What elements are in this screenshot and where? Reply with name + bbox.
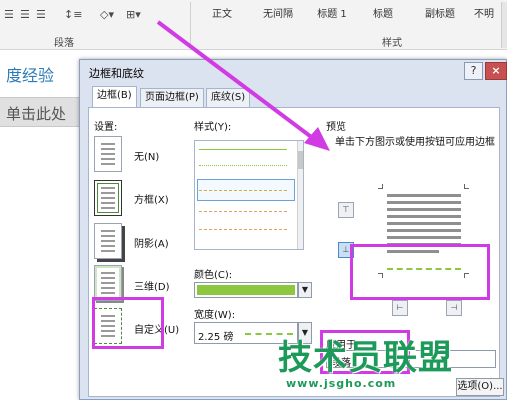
align-left-icon[interactable]: ☰: [4, 8, 14, 22]
setting-box-label[interactable]: 方框(X): [134, 191, 169, 206]
tab-page-border[interactable]: 页面边框(P): [140, 88, 204, 108]
dialog-title: 边框和底纹: [89, 67, 144, 80]
color-dropdown-arrow[interactable]: ▼: [298, 282, 312, 298]
width-value: 2.25 磅: [198, 332, 234, 343]
style-option-solid[interactable]: [199, 149, 287, 150]
watermark: 技术员联盟 www.jsgho.com: [268, 330, 507, 400]
line-spacing-icon[interactable]: ↕≡: [64, 8, 82, 22]
dialog-titlebar[interactable]: 边框和底纹 ? ×: [80, 60, 507, 84]
right-border-button[interactable]: ⊣: [446, 300, 462, 316]
style-label: 样式(Y):: [194, 122, 232, 133]
styles-group-label: 样式: [382, 38, 402, 49]
style-option-dash-wide[interactable]: [199, 211, 287, 212]
style-option-dash-dot[interactable]: [199, 229, 287, 230]
document-title: 度经验: [6, 66, 55, 85]
style-heading1[interactable]: 标题 1: [310, 4, 354, 26]
style-subtitle[interactable]: 副标题: [418, 4, 462, 26]
document-banner-text[interactable]: 单击此处: [6, 103, 66, 124]
watermark-text: 技术员联盟: [278, 338, 453, 378]
style-option-dashed[interactable]: [199, 190, 287, 191]
preview-text-line: [387, 236, 461, 239]
style-list-scrollbar[interactable]: [297, 141, 303, 249]
justify-icon[interactable]: ☰: [36, 8, 46, 22]
line-style-list[interactable]: [194, 140, 304, 250]
preview-text-line: [387, 201, 461, 204]
ribbon-divider: [190, 2, 191, 48]
tab-shading[interactable]: 底纹(S): [206, 88, 251, 108]
color-label: 颜色(C):: [194, 270, 233, 281]
left-border-button[interactable]: ⊢: [392, 300, 408, 316]
help-button[interactable]: ?: [464, 62, 483, 80]
settings-label: 设置:: [94, 122, 118, 133]
watermark-url: www.jsgho.com: [286, 377, 397, 390]
color-swatch: [197, 285, 295, 295]
style-no-spacing[interactable]: 无间隔: [254, 4, 302, 26]
preview-text-line: [387, 215, 461, 218]
shading-icon[interactable]: ◇▾: [100, 8, 114, 22]
tab-borders[interactable]: 边框(B): [92, 86, 137, 108]
width-label: 宽度(W):: [194, 310, 236, 321]
close-button[interactable]: ×: [485, 62, 507, 80]
style-emphasis[interactable]: 不明: [474, 4, 502, 26]
setting-3d-label[interactable]: 三维(D): [134, 278, 170, 293]
top-border-button[interactable]: ⊤: [338, 202, 354, 218]
style-option-dotted[interactable]: [199, 165, 287, 166]
preview-corner-tr: [464, 184, 469, 189]
preview-text-line: [387, 222, 461, 225]
preview-text-line: [387, 208, 461, 211]
style-normal[interactable]: 正文: [200, 4, 244, 26]
setting-none-label[interactable]: 无(N): [134, 148, 159, 163]
styles-scrollbar[interactable]: [501, 2, 507, 48]
setting-3d-icon[interactable]: [94, 265, 122, 301]
preview-text-line: [387, 194, 461, 197]
setting-shadow-label[interactable]: 阴影(A): [134, 235, 169, 250]
borders-icon[interactable]: ⊞▾: [126, 8, 141, 22]
color-picker[interactable]: [194, 282, 298, 298]
preview-text-line: [387, 229, 461, 232]
highlight-preview-bottom: [350, 244, 490, 300]
preview-label: 预览: [326, 122, 346, 133]
preview-instruction: 单击下方图示或使用按钮可应用边框: [335, 137, 495, 148]
paragraph-group-label: 段落: [54, 38, 74, 49]
align-center-icon[interactable]: ☰: [20, 8, 30, 22]
preview-corner-tl: [378, 184, 383, 189]
highlight-custom-setting: [92, 297, 164, 349]
setting-none-icon[interactable]: [94, 136, 122, 172]
style-title[interactable]: 标题: [366, 4, 400, 26]
setting-box-icon[interactable]: [94, 180, 122, 216]
setting-shadow-icon[interactable]: [94, 223, 122, 259]
